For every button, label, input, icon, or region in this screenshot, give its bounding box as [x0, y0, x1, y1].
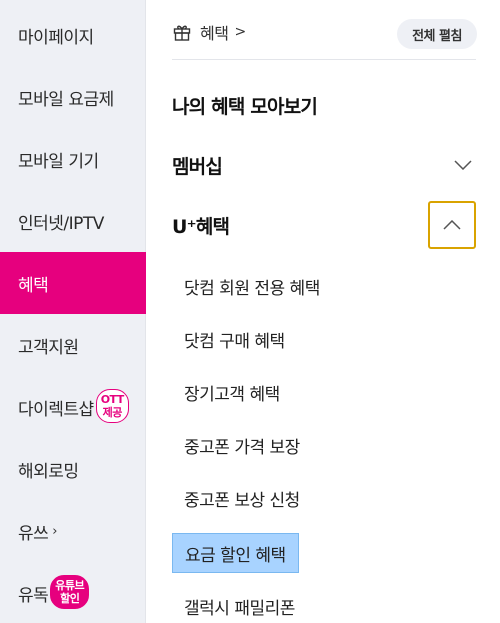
sidebar-item-benefits[interactable]: 혜택	[0, 252, 146, 314]
sidebar: 마이페이지 모바일 요금제 모바일 기기 인터넷/IPTV 혜택 고객지원 다이…	[0, 0, 146, 623]
sidebar-item-label: 해외로밍	[18, 461, 79, 482]
uplus-item-used-phone-price[interactable]: 중고폰 가격 보장	[172, 425, 312, 465]
sidebar-item-label: 모바일 요금제	[18, 89, 114, 110]
sidebar-item-label: 유쓰	[18, 523, 49, 544]
sidebar-item-label: 고객지원	[18, 337, 79, 358]
uplus-item-galaxy-family[interactable]: 갤럭시 패밀리폰	[172, 586, 307, 623]
sidebar-item-label: 혜택	[18, 275, 49, 296]
benefits-panel: 혜택 > 전체 펼침 나의 혜택 모아보기 멤버십 U⁺혜택 닷컴 회원 전용 …	[146, 0, 500, 623]
uplus-benefits-section-title[interactable]: U⁺혜택	[172, 212, 230, 239]
youtube-discount-badge: 유튜브 할인	[50, 575, 90, 609]
uplus-item-used-phone-reward[interactable]: 중고폰 보상 신청	[172, 478, 312, 518]
membership-section-title[interactable]: 멤버십	[172, 152, 223, 179]
sidebar-item-youdok[interactable]: 유독 유튜브 할인	[0, 562, 146, 623]
sidebar-item-youth[interactable]: 유쓰 ›	[0, 500, 146, 562]
badge-line: 유튜브	[55, 579, 85, 592]
breadcrumb[interactable]: 혜택 >	[172, 20, 246, 44]
sidebar-item-mobile-plan[interactable]: 모바일 요금제	[0, 66, 146, 128]
chevron-down-icon[interactable]	[439, 141, 487, 189]
sidebar-item-mypage[interactable]: 마이페이지	[0, 4, 146, 66]
sidebar-item-label: 다이렉트샵	[18, 399, 94, 420]
chevron-right-icon: ›	[52, 523, 57, 539]
badge-line: 제공	[102, 406, 123, 419]
breadcrumb-label: 혜택	[200, 24, 229, 43]
sidebar-item-label: 모바일 기기	[18, 151, 99, 172]
sidebar-item-label: 마이페이지	[18, 27, 94, 48]
sidebar-item-mobile-device[interactable]: 모바일 기기	[0, 128, 146, 190]
my-benefits-link[interactable]: 나의 혜택 모아보기	[172, 92, 318, 119]
gift-icon	[173, 25, 191, 41]
sidebar-item-support[interactable]: 고객지원	[0, 314, 146, 376]
uplus-item-fee-discount[interactable]: 요금 할인 혜택	[172, 533, 299, 573]
sidebar-item-label: 유독	[18, 585, 49, 606]
sidebar-item-direct-shop[interactable]: 다이렉트샵 OTT 제공	[0, 376, 146, 438]
badge-line: OTT	[100, 393, 125, 406]
badge-line: 할인	[60, 592, 80, 605]
sidebar-item-label: 인터넷/IPTV	[18, 213, 104, 234]
uplus-item-dotcom-member[interactable]: 닷컴 회원 전용 혜택	[172, 266, 332, 306]
expand-all-button[interactable]: 전체 펼침	[397, 19, 477, 49]
uplus-item-dotcom-purchase[interactable]: 닷컴 구매 혜택	[172, 319, 297, 359]
ott-badge: OTT 제공	[95, 389, 129, 423]
sidebar-item-roaming[interactable]: 해외로밍	[0, 438, 146, 500]
uplus-item-long-term[interactable]: 장기고객 혜택	[172, 372, 292, 412]
sidebar-item-internet-iptv[interactable]: 인터넷/IPTV	[0, 190, 146, 252]
chevron-up-icon[interactable]	[428, 201, 476, 249]
divider	[172, 59, 476, 60]
chevron-right-icon: >	[234, 24, 246, 40]
